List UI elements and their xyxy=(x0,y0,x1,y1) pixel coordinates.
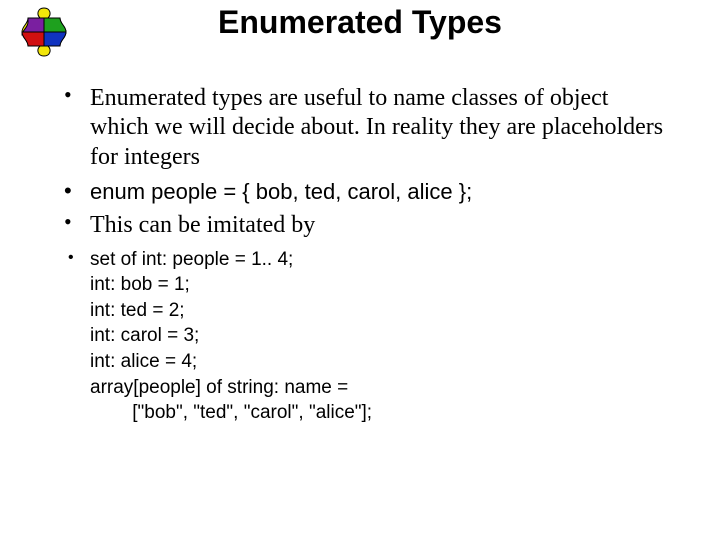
code-line-2: int: bob = 1; xyxy=(90,272,668,298)
slide: Enumerated Types Enumerated types are us… xyxy=(0,0,720,540)
code-line-3: int: ted = 2; xyxy=(90,298,668,324)
bullet-enum-decl: enum people = { bob, ted, carol, alice }… xyxy=(58,178,668,206)
slide-title: Enumerated Types xyxy=(0,4,720,41)
bullet-enum-decl-text: enum people = { bob, ted, carol, alice }… xyxy=(90,179,472,204)
bullet-imitated-text: This can be imitated by xyxy=(90,212,315,238)
code-line-6: array[people] of string: name = xyxy=(90,375,668,401)
code-line-5: int: alice = 4; xyxy=(90,349,668,375)
bullet-intro: Enumerated types are useful to name clas… xyxy=(58,84,668,172)
code-line-1: set of int: people = 1.. 4; xyxy=(90,247,668,273)
bullet-intro-text: Enumerated types are useful to name clas… xyxy=(90,85,663,170)
bullet-imitated: This can be imitated by xyxy=(58,211,668,240)
code-line-7: ["bob", "ted", "carol", "alice"]; xyxy=(90,400,668,426)
slide-body: Enumerated types are useful to name clas… xyxy=(58,84,668,432)
bullet-code: set of int: people = 1.. 4; int: bob = 1… xyxy=(58,247,668,426)
code-line-4: int: carol = 3; xyxy=(90,323,668,349)
